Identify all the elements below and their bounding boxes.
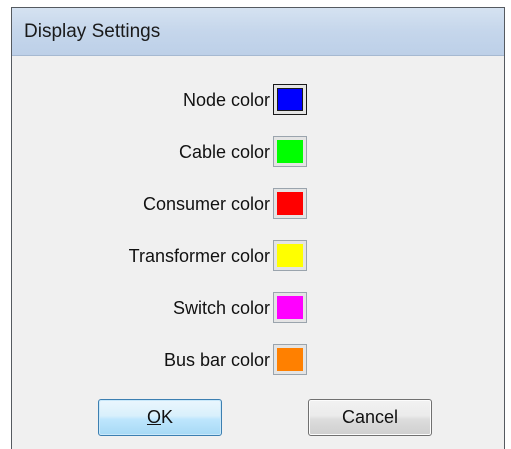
node-color-row: Node color bbox=[12, 84, 332, 118]
node-color-fill bbox=[277, 88, 303, 111]
consumer-color-swatch-button[interactable] bbox=[273, 188, 307, 219]
switch-color-swatch-button[interactable] bbox=[273, 292, 307, 323]
switch-color-fill bbox=[277, 296, 303, 319]
ok-label-rest: K bbox=[161, 407, 174, 427]
consumer-color-fill bbox=[277, 192, 303, 215]
node-color-label: Node color bbox=[182, 90, 270, 110]
cable-color-swatch-button[interactable] bbox=[273, 136, 307, 167]
ok-mnemonic: O bbox=[146, 407, 161, 427]
transformer-color-swatch-button[interactable] bbox=[273, 240, 307, 271]
display-settings-dialog: Display Settings Node color Cable color … bbox=[11, 7, 505, 449]
cancel-button-label: Cancel bbox=[341, 407, 399, 427]
title-bar[interactable]: Display Settings bbox=[12, 8, 504, 56]
transformer-color-row: Transformer color bbox=[12, 240, 332, 274]
node-color-swatch-button[interactable] bbox=[273, 84, 307, 115]
cable-color-fill bbox=[277, 140, 303, 163]
ok-button[interactable]: OK bbox=[98, 399, 222, 436]
bus-bar-color-row: Bus bar color bbox=[12, 344, 332, 378]
cancel-button[interactable]: Cancel bbox=[308, 399, 432, 436]
transformer-color-fill bbox=[277, 244, 303, 267]
consumer-color-row: Consumer color bbox=[12, 188, 332, 222]
bus-bar-color-label: Bus bar color bbox=[163, 350, 270, 370]
switch-color-label: Switch color bbox=[172, 298, 270, 318]
transformer-color-label: Transformer color bbox=[128, 246, 270, 266]
cable-color-row: Cable color bbox=[12, 136, 332, 170]
consumer-color-label: Consumer color bbox=[142, 194, 270, 214]
window-title: Display Settings bbox=[24, 21, 161, 42]
switch-color-row: Switch color bbox=[12, 292, 332, 326]
cable-color-label: Cable color bbox=[178, 142, 270, 162]
bus-bar-color-swatch-button[interactable] bbox=[273, 344, 307, 375]
ok-button-label: OK bbox=[147, 400, 173, 435]
bus-bar-color-fill bbox=[277, 348, 303, 371]
